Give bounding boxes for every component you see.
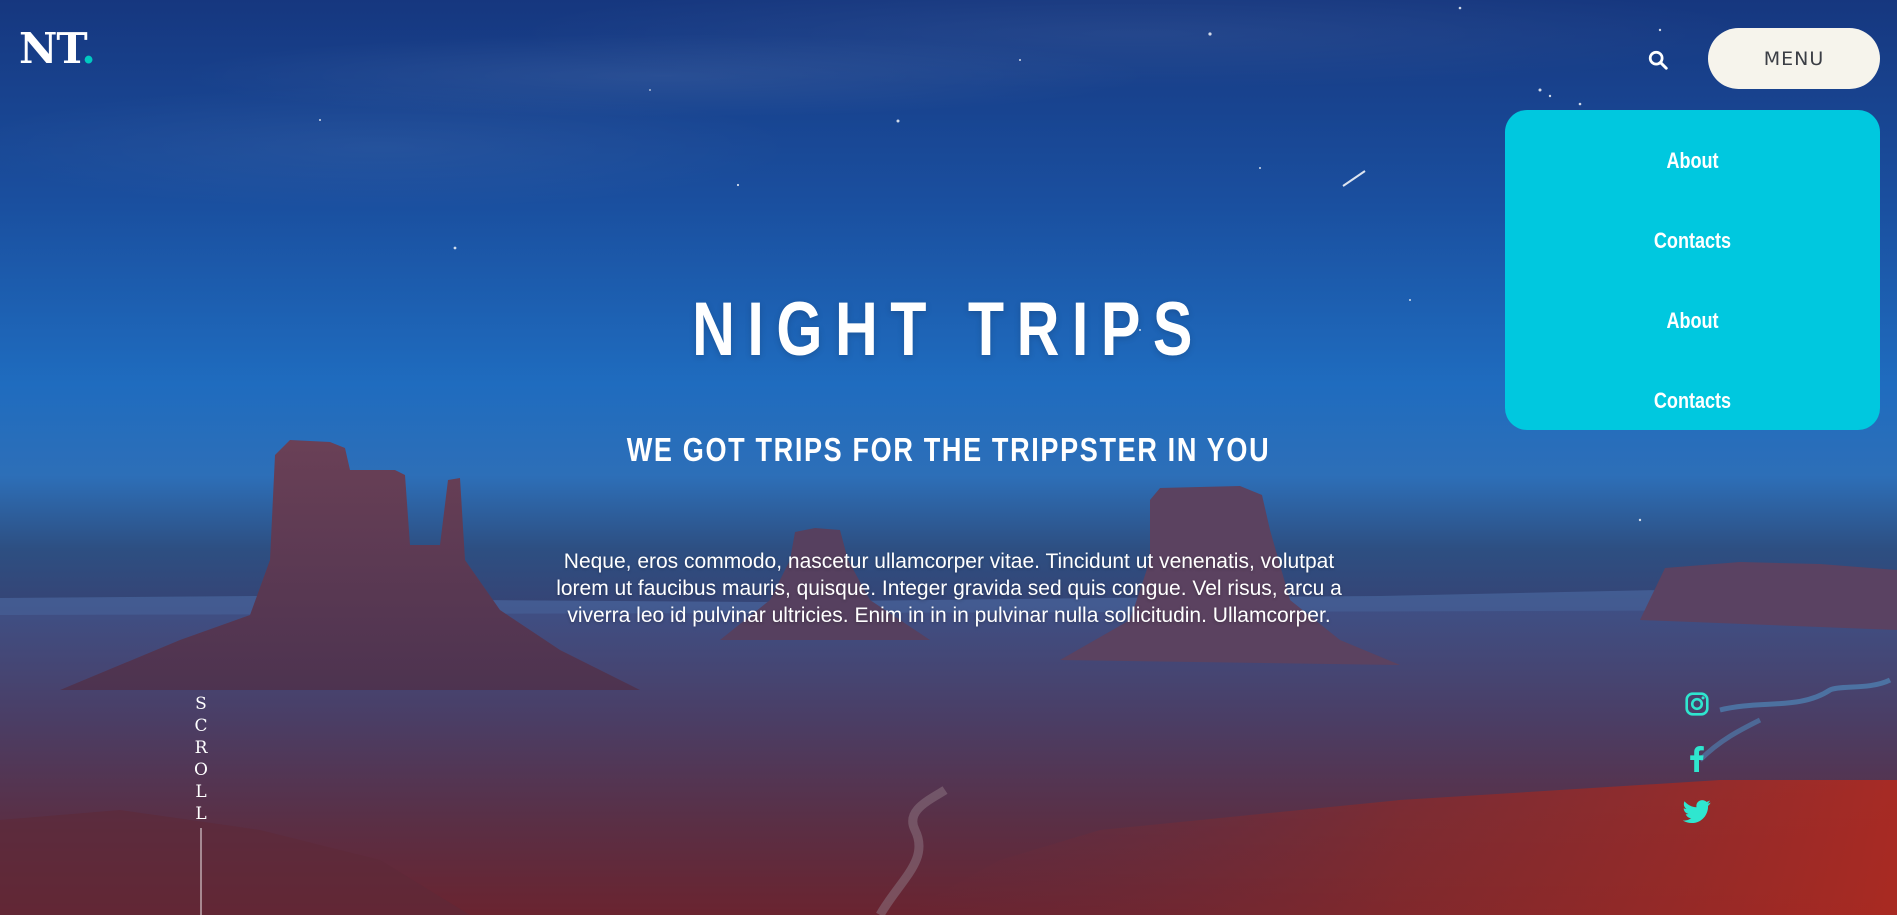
hero-title: NIGHT TRIPS	[692, 287, 1205, 372]
instagram-link[interactable]	[1680, 687, 1714, 721]
dropdown-item-about[interactable]: About	[1539, 130, 1847, 210]
scroll-letter: S	[195, 694, 207, 714]
scroll-letter: C	[194, 716, 208, 736]
search-button[interactable]	[1643, 45, 1673, 75]
instagram-icon	[1685, 692, 1709, 716]
scroll-line	[200, 828, 202, 915]
twitter-link[interactable]	[1680, 795, 1714, 829]
dropdown-menu: About Contacts About Contacts	[1505, 110, 1880, 430]
logo-text: NT	[19, 24, 82, 73]
hero-description: Neque, eros commodo, nascetur ullamcorpe…	[556, 550, 1342, 627]
twitter-icon	[1683, 800, 1711, 824]
facebook-icon	[1690, 746, 1704, 772]
scroll-letter: L	[195, 804, 207, 824]
scroll-letter: O	[194, 760, 208, 780]
scroll-letter: R	[194, 738, 208, 758]
scroll-letter: L	[195, 782, 207, 802]
page: NT. MENU About Contacts About Contacts N…	[0, 0, 1897, 915]
logo-dot: .	[81, 24, 96, 73]
site-logo[interactable]: NT.	[19, 28, 96, 70]
hero-subtitle: WE GOT TRIPS FOR THE TRIPPSTER IN YOU	[626, 431, 1271, 468]
facebook-link[interactable]	[1680, 741, 1714, 775]
scroll-indicator[interactable]: S C R O L L	[190, 693, 212, 825]
menu-button[interactable]: MENU	[1708, 28, 1880, 89]
search-icon	[1648, 50, 1668, 70]
dropdown-item-contacts[interactable]: Contacts	[1539, 210, 1847, 290]
